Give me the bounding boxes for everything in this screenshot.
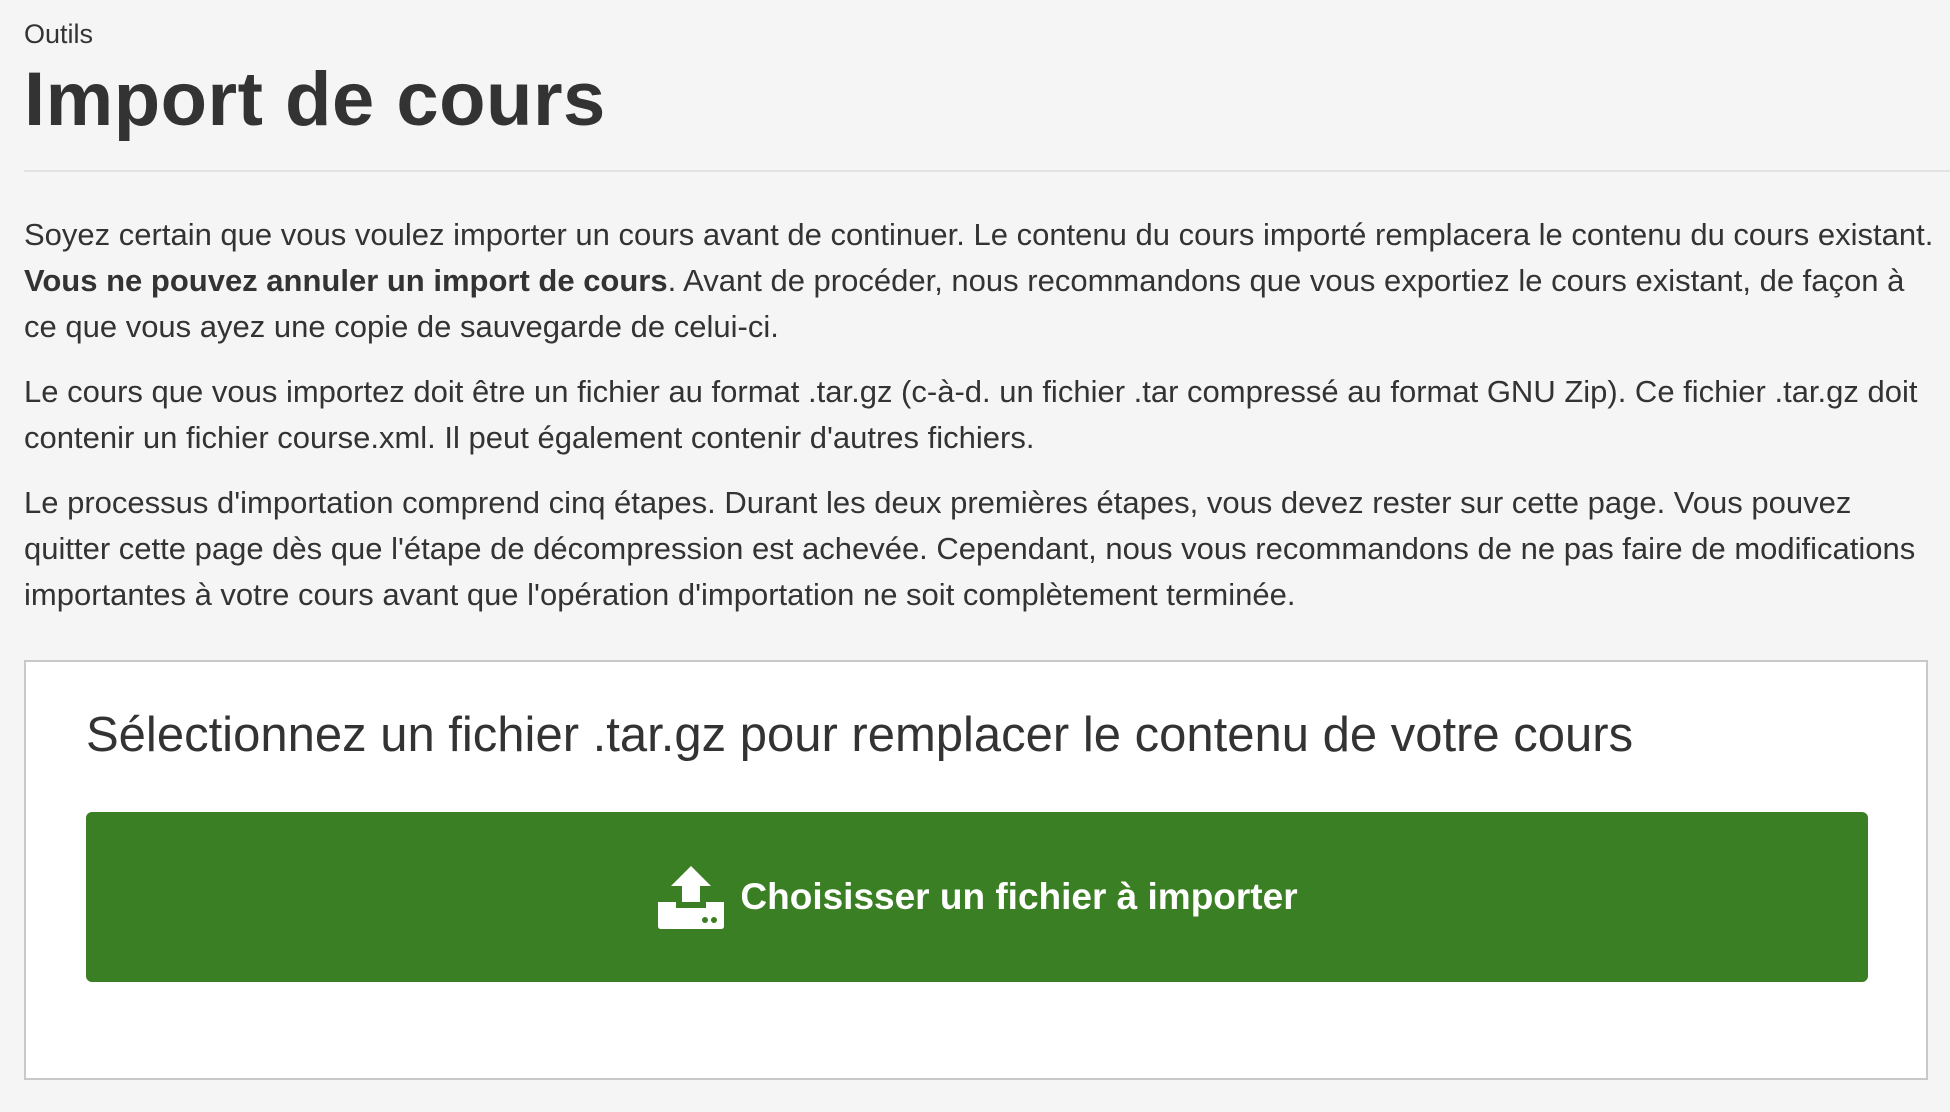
intro-warning-text-1: Soyez certain que vous voulez importer u…	[24, 217, 1934, 252]
page-header: Outils Import de cours Soyez certain que…	[24, 14, 1950, 637]
intro-paragraph-format: Le cours que vous importez doit être un …	[24, 374, 1918, 455]
page-title: Import de cours	[24, 57, 606, 142]
intro-warning-bold: Vous ne pouvez annuler un import de cour…	[24, 263, 668, 298]
header-divider	[24, 170, 1950, 172]
intro-paragraph-process: Le processus d'importation comprend cinq…	[24, 485, 1916, 612]
intro-text: Soyez certain que vous voulez importer u…	[24, 212, 1939, 618]
upload-panel: Sélectionnez un fichier .tar.gz pour rem…	[24, 660, 1928, 1080]
choose-file-label: Choisisser un fichier à importer	[740, 876, 1298, 917]
breadcrumb: Outils	[24, 19, 94, 49]
upload-heading: Sélectionnez un fichier .tar.gz pour rem…	[86, 708, 1634, 762]
upload-icon	[658, 866, 725, 929]
intro-paragraph-warning: Soyez certain que vous voulez importer u…	[24, 212, 1939, 350]
choose-file-button[interactable]: Choisisser un fichier à importer	[86, 812, 1868, 982]
